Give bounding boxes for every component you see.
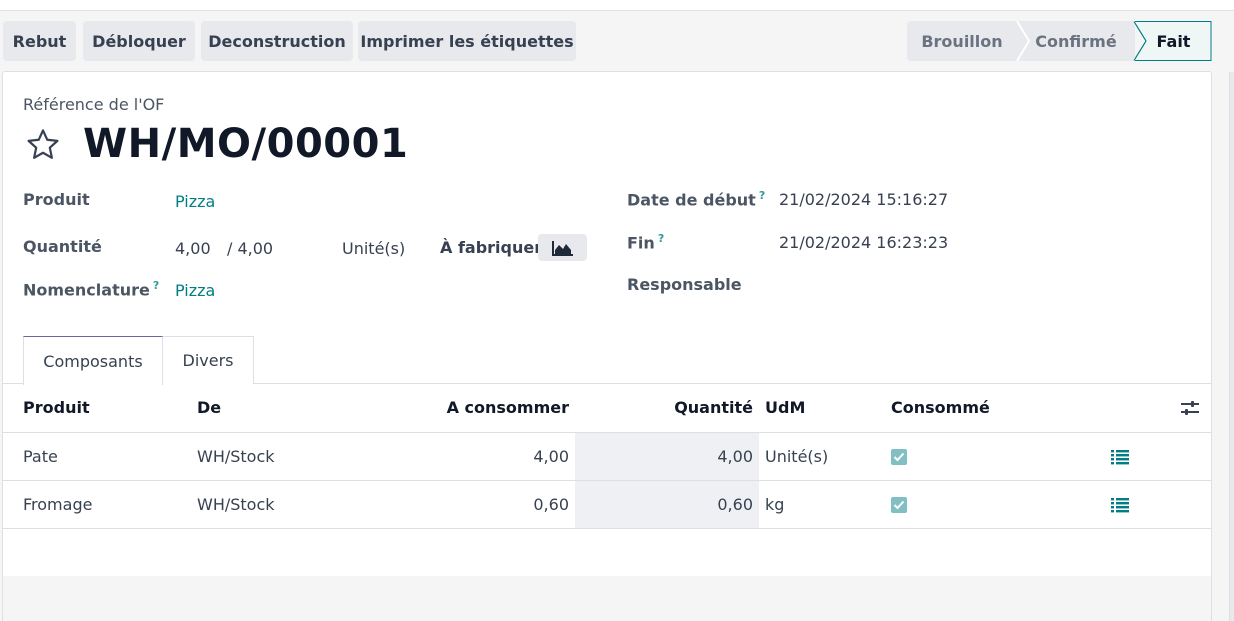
- fin-label-text: Fin: [627, 233, 655, 253]
- cell-de[interactable]: WH/Stock: [197, 480, 379, 529]
- cell-quantite[interactable]: 4,00: [575, 432, 759, 481]
- tab-composants[interactable]: Composants: [23, 336, 163, 385]
- col-a-consommer[interactable]: A consommer: [379, 384, 575, 433]
- chart-area-icon: [551, 240, 573, 256]
- cell-udm: Unité(s): [759, 432, 891, 481]
- col-quantite[interactable]: Quantité: [575, 384, 759, 433]
- status-separators: [1016, 21, 1147, 61]
- help-icon[interactable]: ?: [658, 232, 664, 245]
- cell-a-consommer: 4,00: [379, 432, 575, 481]
- cell-produit[interactable]: Fromage: [3, 480, 197, 529]
- reference-label: Référence de l'OF: [23, 95, 165, 114]
- help-icon[interactable]: ?: [759, 189, 765, 202]
- unblock-button[interactable]: Débloquer: [83, 21, 195, 61]
- cell-de[interactable]: WH/Stock: [197, 432, 379, 481]
- cell-udm: kg: [759, 480, 891, 529]
- date-debut-value[interactable]: 21/02/2024 15:16:27: [779, 190, 948, 209]
- checkbox-checked-icon[interactable]: [891, 497, 907, 513]
- checkbox-checked-icon[interactable]: [891, 449, 907, 465]
- produit-link[interactable]: Pizza: [175, 192, 215, 211]
- a-fabriquer-label: À fabriquer: [440, 238, 543, 257]
- form-sheet: Référence de l'OF WH/MO/00001 Produit Pi…: [2, 71, 1212, 621]
- quantite-label: Quantité: [23, 237, 102, 256]
- status-bar: Brouillon Confirmé Fait: [907, 21, 1212, 61]
- responsable-label: Responsable: [627, 275, 742, 294]
- sheet-footer: [3, 576, 1211, 621]
- print-labels-button[interactable]: Imprimer les étiquettes: [358, 21, 576, 61]
- scrap-button[interactable]: Rebut: [3, 21, 76, 61]
- cell-detail: [1111, 480, 1211, 529]
- list-detail-icon[interactable]: [1111, 449, 1129, 465]
- tab-divers[interactable]: Divers: [163, 336, 254, 384]
- col-de[interactable]: De: [197, 384, 379, 433]
- star-icon[interactable]: [23, 126, 63, 164]
- top-bar: [0, 0, 1234, 11]
- cell-produit[interactable]: Pate: [3, 432, 197, 481]
- table-header-row: Produit De A consommer Quantité UdM Cons…: [3, 384, 1211, 433]
- empty-cell: [3, 528, 1211, 577]
- col-produit[interactable]: Produit: [3, 384, 197, 433]
- table-row[interactable]: Fromage WH/Stock 0,60 0,60 kg: [3, 480, 1211, 529]
- nomenclature-label-text: Nomenclature: [23, 280, 150, 300]
- cell-consomme[interactable]: [891, 432, 1111, 481]
- nomenclature-link[interactable]: Pizza: [175, 281, 215, 300]
- forecast-chart-button[interactable]: [538, 234, 587, 261]
- cell-quantite[interactable]: 0,60: [575, 480, 759, 529]
- nomenclature-label: Nomenclature?: [23, 279, 159, 299]
- column-settings-icon[interactable]: [1180, 399, 1200, 417]
- fin-value[interactable]: 21/02/2024 16:23:23: [779, 233, 948, 252]
- date-debut-label-text: Date de début: [627, 190, 756, 210]
- quantite-target: / 4,00: [227, 239, 274, 258]
- uom-field[interactable]: Unité(s): [342, 239, 405, 258]
- col-consomme[interactable]: Consommé: [891, 384, 1111, 433]
- cell-consomme[interactable]: [891, 480, 1111, 529]
- quantite-input[interactable]: 4,00: [175, 239, 211, 258]
- date-debut-label: Date de début?: [627, 189, 765, 209]
- scrollbar[interactable]: [1229, 72, 1234, 621]
- table-row[interactable]: Pate WH/Stock 4,00 4,00 Unité(s): [3, 432, 1211, 481]
- list-detail-icon[interactable]: [1111, 497, 1129, 513]
- cell-a-consommer: 0,60: [379, 480, 575, 529]
- fin-label: Fin?: [627, 232, 664, 252]
- components-table: Produit De A consommer Quantité UdM Cons…: [3, 384, 1211, 577]
- cell-detail: [1111, 432, 1211, 481]
- help-icon[interactable]: ?: [153, 279, 159, 292]
- col-udm[interactable]: UdM: [759, 384, 891, 433]
- unbuild-button[interactable]: Deconstruction: [201, 21, 353, 61]
- empty-row: [3, 528, 1211, 577]
- record-title: WH/MO/00001: [83, 121, 409, 167]
- produit-label: Produit: [23, 190, 90, 209]
